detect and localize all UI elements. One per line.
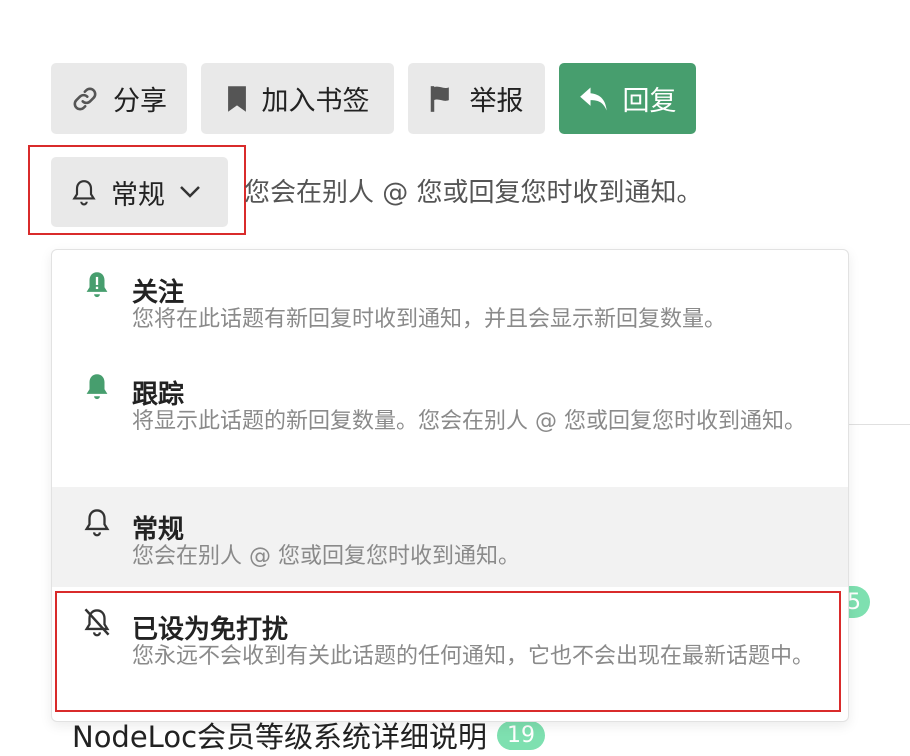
share-button[interactable]: 分享: [51, 63, 187, 134]
chevron-down-icon: [179, 185, 201, 199]
bell-outline-icon: [71, 178, 97, 206]
divider: [848, 424, 910, 425]
notification-level-menu: 关注 您将在此话题有新回复时收到通知，并且会显示新回复数量。 跟踪 将显示此话题…: [51, 249, 849, 722]
bookmark-button[interactable]: 加入书签: [201, 63, 394, 134]
menu-item-watching[interactable]: 关注 您将在此话题有新回复时收到通知，并且会显示新回复数量。: [52, 250, 848, 350]
menu-item-description: 您会在别人 @ 您或回复您时收到通知。: [132, 544, 520, 569]
flag-button[interactable]: 举报: [408, 63, 545, 134]
menu-item-description: 您永远不会收到有关此话题的任何通知，它也不会出现在最新话题中。: [132, 644, 815, 669]
menu-item-muted[interactable]: 已设为免打扰 您永远不会收到有关此话题的任何通知，它也不会出现在最新话题中。: [52, 587, 848, 721]
topic-count-badge: 19: [497, 720, 546, 750]
link-icon: [71, 85, 99, 113]
bell-alert-icon: [83, 270, 111, 300]
flag-label: 举报: [469, 86, 524, 117]
menu-item-title: 常规: [132, 515, 185, 545]
menu-item-title: 已设为免打扰: [132, 615, 289, 645]
bell-filled-icon: [83, 372, 111, 402]
menu-item-description: 您将在此话题有新回复时收到通知，并且会显示新回复数量。: [132, 307, 727, 332]
reply-label: 回复: [622, 86, 677, 117]
menu-item-regular[interactable]: 常规 您会在别人 @ 您或回复您时收到通知。: [52, 487, 848, 587]
reply-icon: [579, 86, 609, 112]
flag-icon: [430, 85, 456, 113]
bookmark-label: 加入书签: [261, 86, 370, 117]
menu-item-title: 关注: [132, 278, 185, 308]
menu-item-title: 跟踪: [132, 380, 185, 410]
reply-button[interactable]: 回复: [559, 63, 696, 134]
notification-level-label: 常规: [111, 179, 165, 211]
bell-outline-icon: [83, 507, 111, 537]
notification-level-button[interactable]: 常规: [51, 157, 228, 227]
menu-item-tracking[interactable]: 跟踪 将显示此话题的新回复数量。您会在别人 @ 您或回复您时收到通知。: [52, 350, 848, 487]
bell-slash-icon: [83, 607, 111, 637]
bookmark-icon: [226, 85, 248, 113]
share-label: 分享: [113, 86, 167, 117]
menu-item-description: 将显示此话题的新回复数量。您会在别人 @ 您或回复您时收到通知。: [132, 409, 806, 434]
notification-level-description: 您会在别人 @ 您或回复您时收到通知。: [244, 178, 703, 208]
